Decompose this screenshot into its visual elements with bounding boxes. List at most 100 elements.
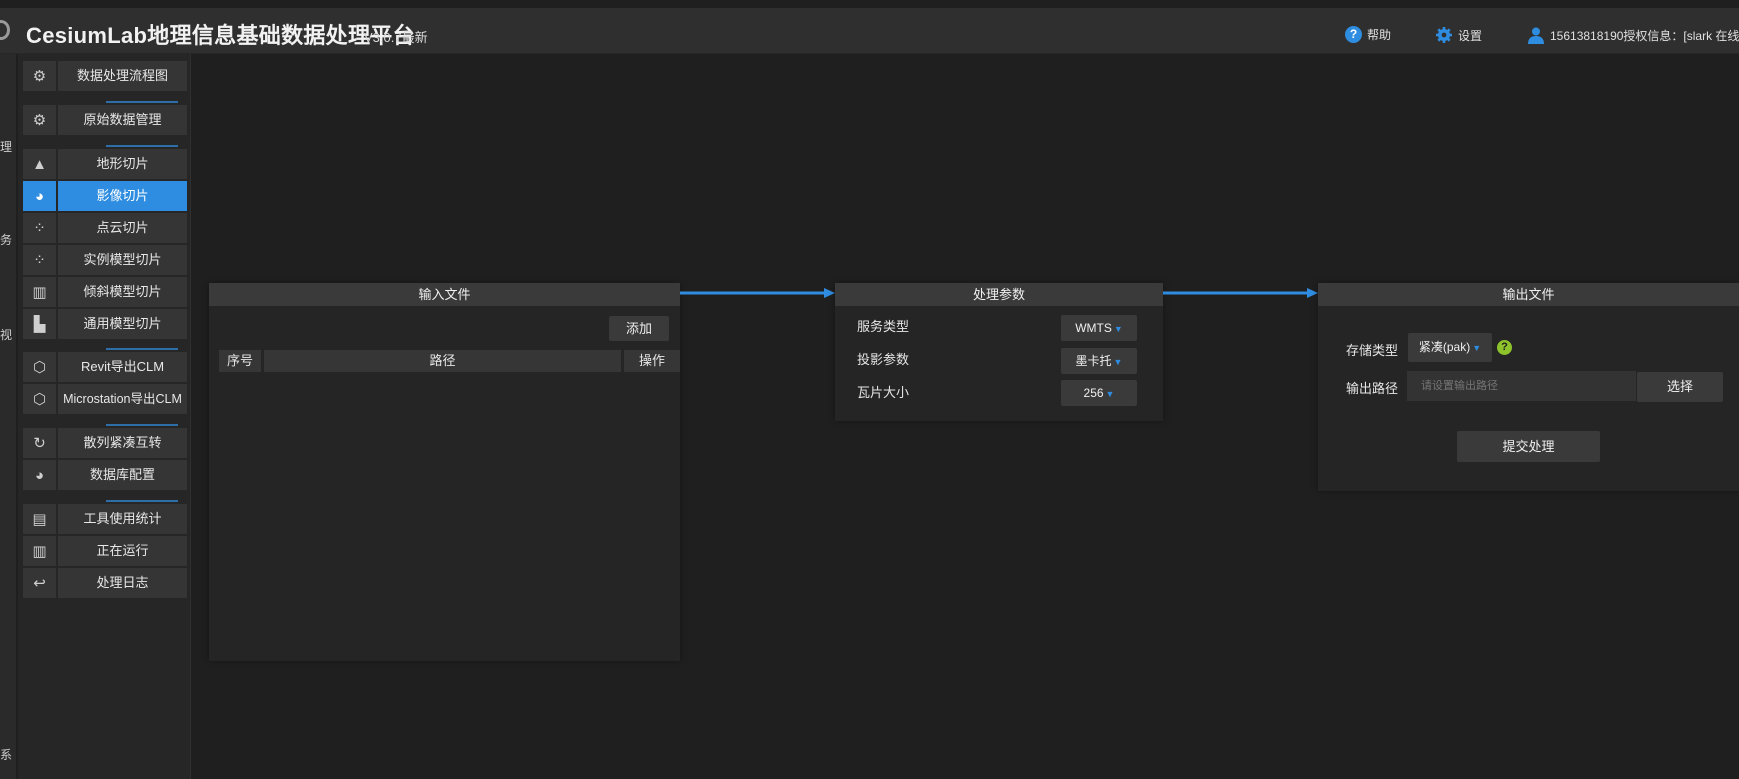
sidebar-item-label: 散列紧凑互转 (58, 428, 187, 458)
lod-icon: ⬡ (23, 352, 56, 382)
sidebar-item-label: 处理日志 (58, 568, 187, 598)
choose-button[interactable]: 选择 (1637, 372, 1723, 402)
buildings-icon: ▥ (23, 277, 56, 307)
sidebar-item-label: Revit导出CLM (58, 352, 187, 382)
flow-arrow (1163, 288, 1318, 298)
help-label: 帮助 (1367, 28, 1392, 42)
projection-select[interactable]: 墨卡托 ▼ (1061, 348, 1137, 374)
chevron-down-icon: ▼ (1472, 343, 1482, 353)
sidebar-item-revit-clm[interactable]: ⬡ Revit导出CLM (23, 352, 188, 382)
sidebar-item-label: 正在运行 (58, 536, 187, 566)
chevron-down-icon: ▼ (1113, 357, 1123, 367)
input-files-panel: 输入文件 添加 序号 路径 操作 (209, 283, 680, 661)
sidebar-item-instance-model[interactable]: ⁘ 实例模型切片 (23, 245, 188, 275)
processing-params-panel: 处理参数 服务类型 WMTS ▼ 投影参数 墨卡托 ▼ 瓦片大小 256 ▼ (835, 283, 1163, 421)
sidebar-divider (106, 145, 178, 147)
storage-type-value: 紧凑(pak) (1418, 340, 1471, 354)
sidebar-item-label: 通用模型切片 (58, 309, 187, 339)
sidebar: ⚙ 数据处理流程图 ⚙ 原始数据管理 ▲ 地形切片 ◕ 影像切片 ⁘ 点云切片 … (18, 54, 191, 779)
lod-icon: ⬡ (23, 384, 56, 414)
sidebar-divider (106, 348, 178, 350)
column-header-index: 序号 (219, 350, 261, 372)
sidebar-item-general-model[interactable]: ▙ 通用模型切片 (23, 309, 188, 339)
submit-button[interactable]: 提交处理 (1457, 431, 1600, 462)
output-path-input[interactable] (1407, 371, 1636, 401)
building-icon: ▙ (23, 309, 56, 339)
app-title: CesiumLab地理信息基础数据处理平台 (26, 23, 415, 48)
tile-size-label: 瓦片大小 (857, 385, 910, 400)
sidebar-item-raw-data[interactable]: ⚙ 原始数据管理 (23, 105, 188, 135)
terrain-icon: ▲ (23, 149, 56, 179)
app-logo-icon (0, 20, 10, 40)
output-path-label: 输出路径 (1346, 381, 1399, 396)
sidebar-item-label: 原始数据管理 (58, 105, 187, 135)
chevron-down-icon: ▼ (1105, 389, 1115, 399)
gear-icon (1436, 27, 1452, 43)
chevron-down-icon: ▼ (1113, 324, 1123, 334)
tile-size-select[interactable]: 256 ▼ (1061, 380, 1137, 406)
params-panel-title: 处理参数 (835, 283, 1163, 306)
output-files-panel: 输出文件 存储类型 紧凑(pak)▼ ? 输出路径 选择 提交处理 (1318, 283, 1739, 491)
sidebar-item-label: Microstation导出CLM (58, 384, 187, 414)
sidebar-item-microstation-clm[interactable]: ⬡ Microstation导出CLM (23, 384, 188, 414)
help-icon: ? (1345, 26, 1362, 43)
sidebar-item-tool-stats[interactable]: ▤ 工具使用统计 (23, 504, 188, 534)
return-icon: ↩ (23, 568, 56, 598)
sidebar-divider (106, 101, 178, 103)
document-icon: ▤ (23, 504, 56, 534)
projection-label: 投影参数 (857, 352, 910, 367)
left-collapsed-nav: 理 务 视 系 (0, 54, 16, 779)
pointcloud-icon: ⁘ (23, 245, 56, 275)
sidebar-item-database[interactable]: ◕ 数据库配置 (23, 460, 188, 490)
sidebar-item-label: 数据库配置 (58, 460, 187, 490)
user-icon (1528, 27, 1544, 44)
service-type-value: WMTS (1075, 321, 1112, 335)
projection-value: 墨卡托 (1075, 354, 1112, 368)
sidebar-item-running[interactable]: ▥ 正在运行 (23, 536, 188, 566)
left-strip-label[interactable]: 理 (0, 138, 12, 155)
sidebar-item-oblique-model[interactable]: ▥ 倾斜模型切片 (23, 277, 188, 307)
gear-icon: ⚙ (23, 61, 56, 91)
sidebar-item-log[interactable]: ↩ 处理日志 (23, 568, 188, 598)
sidebar-item-hash-convert[interactable]: ↻ 散列紧凑互转 (23, 428, 188, 458)
refresh-icon: ↻ (23, 428, 56, 458)
help-link[interactable]: ? 帮助 (1345, 26, 1391, 43)
sidebar-divider (106, 424, 178, 426)
sidebar-item-pointcloud[interactable]: ⁘ 点云切片 (23, 213, 188, 243)
sidebar-divider (106, 500, 178, 502)
sidebar-item-terrain[interactable]: ▲ 地形切片 (23, 149, 188, 179)
settings-label: 设置 (1458, 28, 1483, 43)
tile-size-value: 256 (1083, 386, 1104, 400)
column-header-action: 操作 (624, 350, 680, 372)
sidebar-item-label: 影像切片 (58, 181, 187, 211)
sidebar-item-label: 地形切片 (58, 149, 187, 179)
sidebar-item-flowchart[interactable]: ⚙ 数据处理流程图 (23, 61, 188, 91)
left-strip-label[interactable]: 系 (0, 746, 12, 763)
user-info-text: 15613818190授权信息：[slark 在线授权 (1550, 28, 1739, 43)
gear-icon: ⚙ (23, 105, 56, 135)
sidebar-item-label: 实例模型切片 (58, 245, 187, 275)
buildings-icon: ▥ (23, 536, 56, 566)
add-button[interactable]: 添加 (609, 316, 669, 341)
pointcloud-icon: ⁘ (23, 213, 56, 243)
globe-icon: ◕ (23, 460, 56, 490)
sidebar-item-label: 数据处理流程图 (58, 61, 187, 91)
sidebar-item-imagery[interactable]: ◕ 影像切片 (23, 181, 188, 211)
left-strip-label[interactable]: 务 (0, 231, 12, 248)
column-header-path: 路径 (264, 350, 621, 372)
user-info[interactable]: 15613818190授权信息：[slark 在线授权 (1527, 26, 1739, 44)
left-strip-label[interactable]: 视 (0, 326, 12, 343)
input-panel-title: 输入文件 (209, 283, 680, 306)
flow-arrow (680, 288, 835, 298)
sidebar-item-label: 工具使用统计 (58, 504, 187, 534)
service-type-label: 服务类型 (857, 319, 910, 334)
settings-link[interactable]: 设置 (1435, 26, 1482, 44)
sidebar-item-label: 点云切片 (58, 213, 187, 243)
help-icon[interactable]: ? (1497, 340, 1512, 355)
app-version: V3.0.7最新 (364, 30, 428, 45)
globe-icon: ◕ (23, 181, 56, 211)
sidebar-item-label: 倾斜模型切片 (58, 277, 187, 307)
service-type-select[interactable]: WMTS ▼ (1061, 315, 1137, 341)
output-panel-title: 输出文件 (1318, 283, 1739, 306)
storage-type-select[interactable]: 紧凑(pak) ▼ (1408, 333, 1492, 362)
